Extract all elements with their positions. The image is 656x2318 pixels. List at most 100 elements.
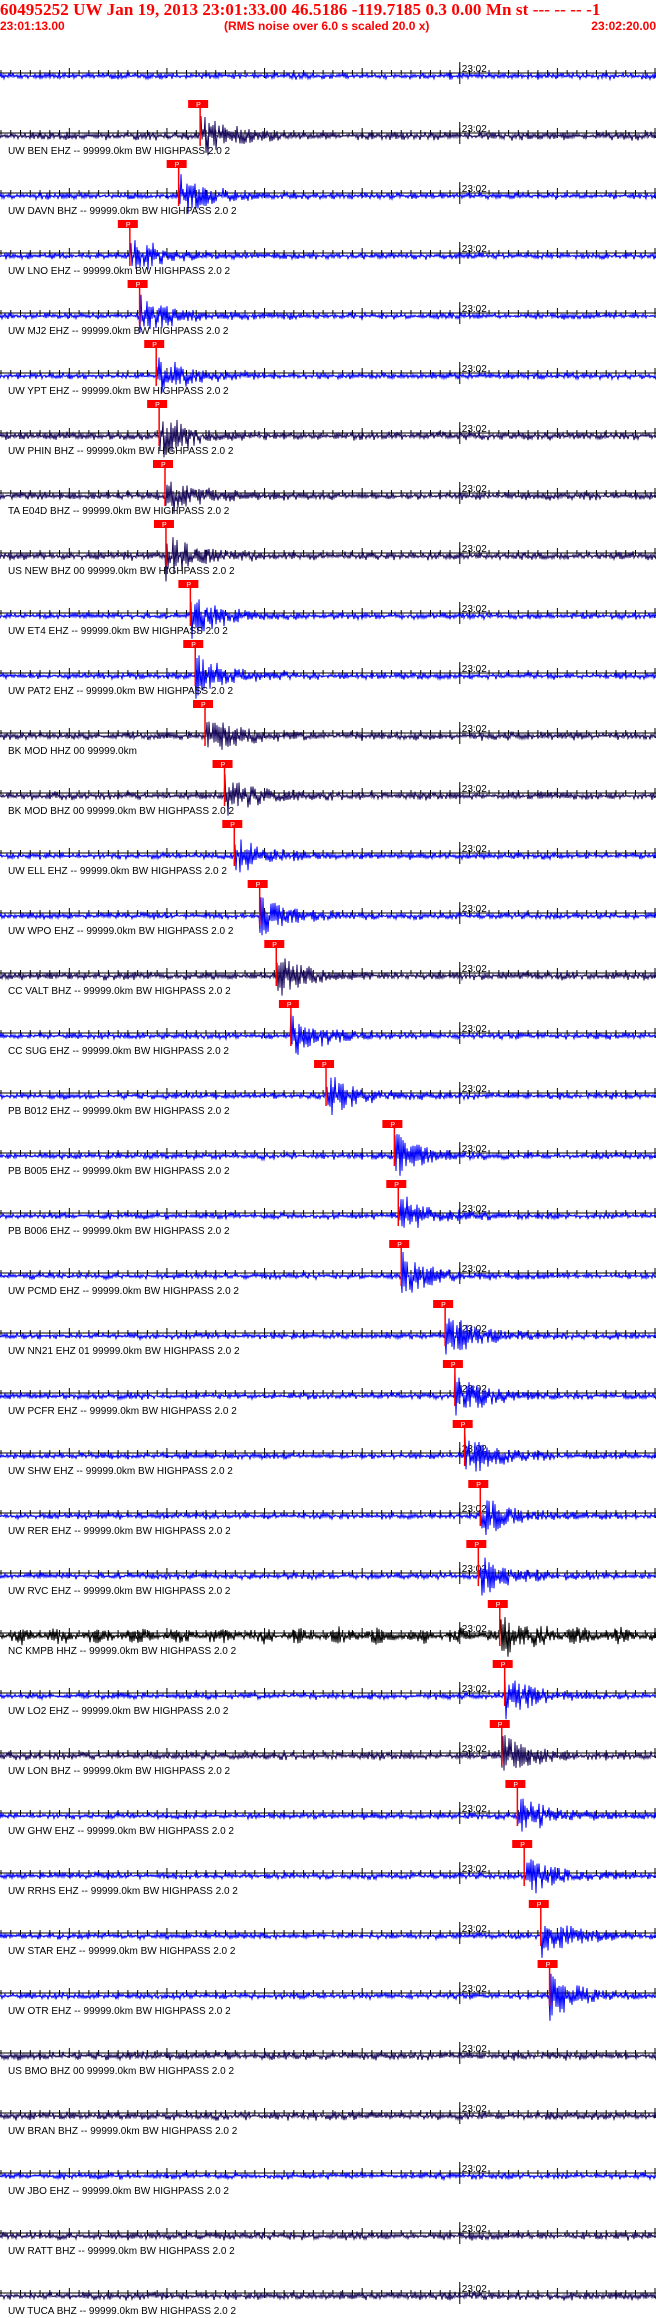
event-title: 60495252 UW Jan 19, 2013 23:01:33.00 46.… [0,0,601,19]
pick-label: P [256,882,261,889]
trace-row: 23:02 UW DAVN BHZ -- 99999.0km BW HIGHPAS… [0,160,656,217]
channel-label: UW GHW EHZ -- 99999.0km BW HIGHPASS 2.0 … [8,1826,234,1837]
pick-label: P [196,102,201,109]
trace-row: 23:02 UW ELL EHZ -- 99999.0km BW HIGHPASS… [0,820,656,877]
channel-label: TA E04D BHZ -- 99999.0km BW HIGHPASS 2.0… [8,506,230,517]
trace-row: 23:02 UW STAR EHZ -- 99999.0km BW HIGHPAS… [0,1900,656,1958]
pick-label: P [191,642,196,649]
pick-label: P [520,1842,525,1849]
channel-label: UW LO2 EHZ -- 99999.0km BW HIGHPASS 2.0 … [8,1706,229,1717]
trace-row: 23:02UW RVC EHZ -- 99999.0km BW HIGHPASS… [0,1540,656,1597]
minute-tick-label: 23:02 [462,304,487,315]
pick-label: P [537,1902,542,1909]
rms-note: (RMS noise over 6.0 s scaled 20.0 x) [224,19,430,33]
channel-label: PB B005 EHZ -- 99999.0km BW HIGHPASS 2.0… [8,1166,230,1177]
channel-label: UW RATT BHZ -- 99999.0km BW HIGHPASS 2.0… [8,2246,235,2257]
pick-label: P [476,1482,481,1489]
pick-label: P [155,402,160,409]
trace-row: 23:02 BK MOD HHZ 00 99999.0km P [0,700,656,757]
trace-row: 23:02 UW RRHS EHZ -- 99999.0km BW HIGHPAS… [0,1840,656,1897]
pick-label: P [451,1362,456,1369]
minute-tick-label: 23:02 [462,1504,487,1515]
trace-row: 23:02 CC SUG EHZ -- 99999.0km BW HIGHPASS… [0,1000,656,1057]
minute-tick-label: 23:02 [462,844,487,855]
seismogram-plot: 23:02 23:02 UW BEN EHZ -- 99999.0km BW HIG… [0,62,656,2317]
trace-row: 23:02 PB B012 EHZ -- 99999.0km BW HIGHPAS… [0,1060,656,1117]
trace-row: 23:02PB B006 EHZ -- 99999.0km BW HIGHPAS… [0,1180,656,1237]
pick-label: P [501,1662,506,1669]
trace-row: 23:02 US NEW BHZ 00 99999.0km BW HIGHPASS… [0,520,656,582]
trace-row: 23:02 BK MOD BHZ 00 99999.0km BW HIGHPASS… [0,760,656,817]
pick-label: P [230,822,235,829]
channel-label: PB B012 EHZ -- 99999.0km BW HIGHPASS 2.0… [8,1106,230,1117]
pick-label: P [186,582,191,589]
minute-tick-label: 23:02 [462,64,487,75]
pick-label: P [162,522,167,529]
minute-tick-label: 23:02 [462,544,487,555]
minute-tick-label: 23:02 [462,1084,487,1095]
pick-label: P [474,1542,479,1549]
trace-row: 23:02UW OTR EHZ -- 99999.0km BW HIGHPASS… [0,1960,656,2021]
minute-tick-label: 23:02 [462,364,487,375]
waveform [0,240,656,270]
pick-label: P [136,282,141,289]
pick-label: P [152,342,157,349]
trace-row: 23:02UW PCMD EHZ -- 99999.0km BW HIGHPAS… [0,1240,656,1297]
pick-label: P [322,1062,327,1069]
channel-label: UW BEN EHZ -- 99999.0km BW HIGHPASS 2.0 … [8,146,231,157]
trace-row: 23:02 [0,62,656,84]
channel-label: UW MJ2 EHZ -- 99999.0km BW HIGHPASS 2.0 … [8,326,229,337]
trace-row: 23:02UW PHIN BHZ -- 99999.0km BW HIGHPAS… [0,400,656,458]
trace-row: 23:02UW LNO EHZ -- 99999.0km BW HIGHPASS… [0,220,656,277]
minute-tick-label: 23:02 [462,2044,487,2055]
pick-label: P [496,1602,501,1609]
trace-row: 23:02NC KMPB HHZ -- 99999.0km BW HIGHPAS… [0,1600,656,1657]
trace-row: 23:02 UW PAT2 EHZ -- 99999.0km BW HIGHPAS… [0,640,656,699]
channel-label: UW NN21 EHZ 01 99999.0km BW HIGHPASS 2.0… [8,1346,240,1357]
channel-label: UW TUCA BHZ -- 99999.0km BW HIGHPASS 2.0… [8,2306,236,2317]
channel-label: UW RER EHZ -- 99999.0km BW HIGHPASS 2.0 … [8,1526,231,1537]
trace-row: 23:02UW NN21 EHZ 01 99999.0km BW HIGHPAS… [0,1300,656,1357]
trace-row: 23:02PB B005 EHZ -- 99999.0km BW HIGHPAS… [0,1120,656,1177]
channel-label: US BMO BHZ 00 99999.0km BW HIGHPASS 2.0 … [8,2066,234,2077]
pick-label: P [287,1002,292,1009]
trace-row: 23:02 UW MJ2 EHZ -- 99999.0km BW HIGHPASS… [0,280,656,337]
channel-label: UW ET4 EHZ -- 99999.0km BW HIGHPASS 2.0 … [8,626,228,637]
pick-label: P [397,1242,402,1249]
pick-label: P [546,1962,551,1969]
channel-label: UW PCFR EHZ -- 99999.0km BW HIGHPASS 2.0… [8,1406,237,1417]
trace-row: 23:02UW TUCA BHZ -- 99999.0km BW HIGHPAS… [0,2282,656,2317]
minute-tick-label: 23:02 [462,1864,487,1875]
trace-row: 23:02UW BRAN BHZ -- 99999.0km BW HIGHPAS… [0,2102,656,2137]
plot-header: 60495252 UW Jan 19, 2013 23:01:33.00 46.… [0,0,656,36]
pick-label: P [272,942,277,949]
trace-row: 23:02 TA E04D BHZ -- 99999.0km BW HIGHPAS… [0,460,656,517]
trace-row: 23:02UW JBO EHZ -- 99999.0km BW HIGHPASS… [0,2162,656,2197]
channel-label: NC KMPB HHZ -- 99999.0km BW HIGHPASS 2.0… [8,1646,237,1657]
minute-tick-label: 23:02 [462,1924,487,1935]
channel-label: CC SUG EHZ -- 99999.0km BW HIGHPASS 2.0 … [8,1046,229,1057]
pick-label: P [221,762,226,769]
pick-label: P [161,462,166,469]
channel-label: UW RRHS EHZ -- 99999.0km BW HIGHPASS 2.0… [8,1886,238,1897]
channel-label: CC VALT BHZ -- 99999.0km BW HIGHPASS 2.0… [8,986,231,997]
channel-label: BK MOD HHZ 00 99999.0km [8,746,137,757]
minute-tick-label: 23:02 [462,184,487,195]
trace-row: 23:02 UW RER EHZ -- 99999.0km BW HIGHPASS… [0,1480,656,1537]
trace-row: 23:02UW SHW EHZ -- 99999.0km BW HIGHPASS… [0,1420,656,1477]
channel-label: UW LON BHZ -- 99999.0km BW HIGHPASS 2.0 … [8,1766,231,1777]
end-time-label: 23:02:20.00 [591,19,656,33]
channel-label: UW STAR EHZ -- 99999.0km BW HIGHPASS 2.0… [8,1946,236,1957]
pick-label: P [201,702,206,709]
channel-label: UW PCMD EHZ -- 99999.0km BW HIGHPASS 2.0… [8,1286,239,1297]
channel-label: UW DAVN BHZ -- 99999.0km BW HIGHPASS 2.0… [8,206,237,217]
trace-row: 23:02 CC VALT BHZ -- 99999.0km BW HIGHPAS… [0,940,656,997]
pick-label: P [390,1122,395,1129]
pick-label: P [513,1782,518,1789]
trace-row: 23:02UW WPO EHZ -- 99999.0km BW HIGHPASS… [0,880,656,937]
trace-row: 23:02 UW RATT BHZ -- 99999.0km BW HIGHPAS… [0,2222,656,2257]
channel-label: PB B006 EHZ -- 99999.0km BW HIGHPASS 2.0… [8,1226,230,1237]
trace-row: 23:02UW PCFR EHZ -- 99999.0km BW HIGHPAS… [0,1360,656,1417]
minute-tick-label: 23:02 [462,1804,487,1815]
trace-row: 23:02 UW ET4 EHZ -- 99999.0km BW HIGHPASS… [0,580,656,639]
